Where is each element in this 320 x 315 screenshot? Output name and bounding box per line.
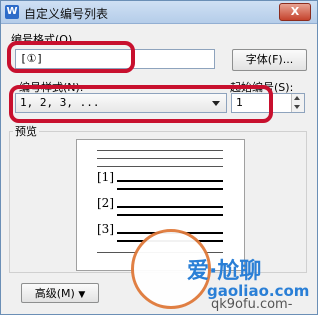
advanced-button-label: 高级(M) bbox=[34, 287, 75, 300]
highlight-number-style bbox=[9, 85, 273, 123]
preview-line bbox=[117, 206, 223, 208]
preview-item-2: [2] bbox=[97, 196, 114, 210]
advanced-button[interactable]: 高级(M) ▼ bbox=[21, 283, 99, 303]
wps-app-icon: W bbox=[5, 5, 19, 19]
close-button[interactable]: X bbox=[279, 3, 311, 21]
title-bar: W 自定义编号列表 X bbox=[1, 1, 317, 24]
preview-line bbox=[97, 158, 223, 159]
preview-line bbox=[117, 180, 223, 182]
custom-numbering-dialog: W 自定义编号列表 X 编号格式(O) [①] 字体(F)... 编号样式(N)… bbox=[0, 0, 318, 315]
preview-line bbox=[97, 150, 223, 151]
preview-item-1: [1] bbox=[97, 170, 114, 184]
spin-down-icon[interactable] bbox=[294, 105, 300, 109]
preview-item-3: [3] bbox=[97, 222, 114, 236]
preview-line bbox=[117, 188, 223, 190]
font-button[interactable]: 字体(F)... bbox=[232, 49, 307, 71]
preview-label: 预览 bbox=[13, 123, 39, 139]
watermark-text: 爱·尬聊 bbox=[187, 259, 262, 284]
spin-up-icon[interactable] bbox=[294, 96, 300, 100]
highlight-number-format bbox=[7, 41, 135, 73]
chevron-down-icon: ▼ bbox=[78, 290, 86, 300]
spin-buttons[interactable] bbox=[291, 94, 304, 112]
preview-line bbox=[97, 166, 223, 167]
preview-line bbox=[117, 214, 223, 216]
watermark-url-secondary: qk9ofu.com- bbox=[211, 297, 293, 312]
dialog-title: 自定义编号列表 bbox=[24, 7, 109, 21]
